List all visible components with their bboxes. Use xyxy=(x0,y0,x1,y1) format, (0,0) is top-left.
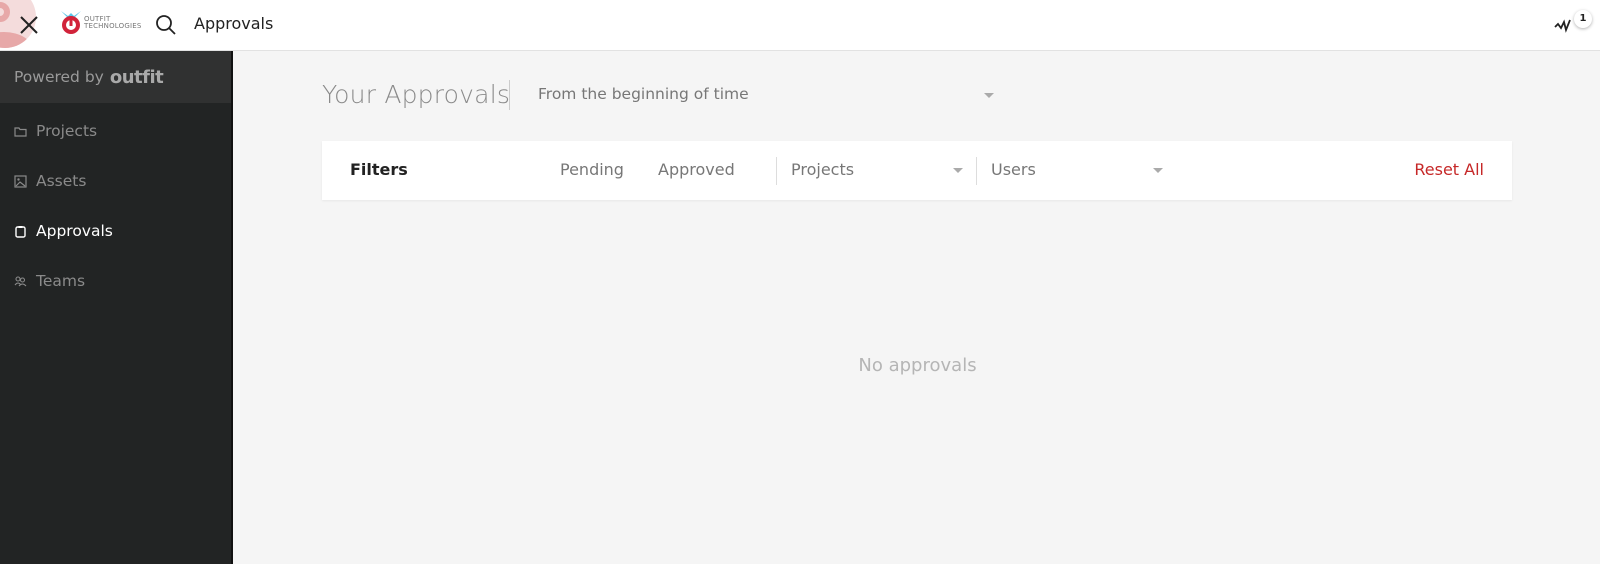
page-title: Your Approvals xyxy=(322,80,511,109)
sidebar-item-assets[interactable]: Assets xyxy=(0,156,231,206)
close-icon[interactable] xyxy=(19,15,39,35)
logo-mark-icon xyxy=(61,11,81,34)
powered-by-brand: outfit xyxy=(109,66,164,88)
top-bar: OUTFIT TECHNOLOGIES Approvals 1 xyxy=(0,0,1600,51)
company-logo: OUTFIT TECHNOLOGIES xyxy=(60,10,142,34)
notification-badge[interactable]: 1 xyxy=(1574,10,1592,28)
filters-label: Filters xyxy=(350,160,408,179)
folder-icon xyxy=(14,126,27,137)
empty-state-message: No approvals xyxy=(858,355,977,376)
sidebar-item-label: Assets xyxy=(36,172,87,190)
image-icon xyxy=(14,174,27,188)
logo-text-line2: TECHNOLOGIES xyxy=(84,22,142,30)
filters-bar: Filters Pending Approved Projects Users … xyxy=(322,141,1512,200)
filter-tab-pending[interactable]: Pending xyxy=(560,160,624,179)
search-icon[interactable] xyxy=(155,14,177,36)
chevron-down-icon xyxy=(984,93,994,98)
clipboard-icon xyxy=(15,225,26,238)
time-range-select[interactable]: From the beginning of time xyxy=(538,85,994,103)
sidebar-item-label: Projects xyxy=(36,122,98,140)
sidebar-item-teams[interactable]: Teams xyxy=(0,256,231,306)
sidebar-item-projects[interactable]: Projects xyxy=(0,106,231,156)
projects-select[interactable]: Projects xyxy=(791,160,971,182)
top-bar-title: Approvals xyxy=(194,14,274,33)
users-select[interactable]: Users xyxy=(991,160,1171,182)
sidebar-item-approvals[interactable]: Approvals xyxy=(0,206,231,256)
sidebar-item-label: Teams xyxy=(36,272,86,290)
filter-divider xyxy=(776,157,777,185)
team-icon xyxy=(14,275,27,286)
powered-by-header: Powered by outfit xyxy=(0,51,231,103)
sidebar: Powered by outfit Projects Assets Approv… xyxy=(0,51,233,564)
chevron-down-icon xyxy=(953,168,963,173)
title-divider xyxy=(509,80,510,110)
filter-tab-approved[interactable]: Approved xyxy=(658,160,735,179)
sidebar-item-label: Approvals xyxy=(36,222,113,240)
users-select-value: Users xyxy=(991,160,1036,179)
reset-all-button[interactable]: Reset All xyxy=(1414,160,1484,179)
filter-divider xyxy=(976,157,977,185)
chevron-down-icon xyxy=(1153,168,1163,173)
activity-icon[interactable] xyxy=(1554,17,1574,33)
projects-select-value: Projects xyxy=(791,160,855,179)
time-range-value: From the beginning of time xyxy=(538,85,749,103)
powered-by-label: Powered by xyxy=(14,68,104,86)
main-content: Your Approvals From the beginning of tim… xyxy=(235,51,1600,564)
